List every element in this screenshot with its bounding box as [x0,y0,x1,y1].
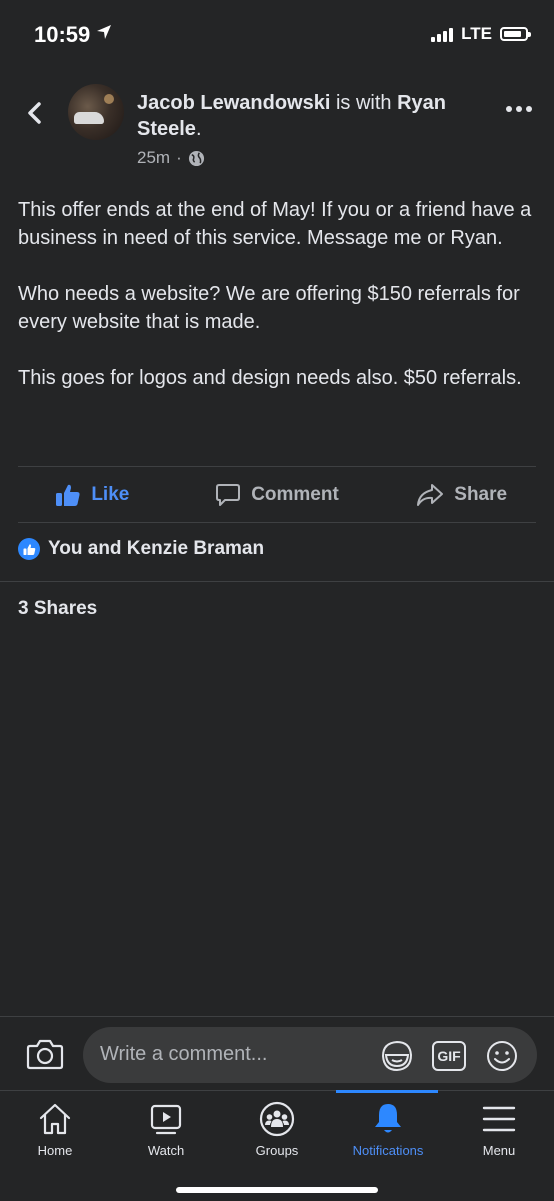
post-actions: Like Comment Share [0,468,554,522]
tab-menu[interactable]: Menu [444,1101,554,1158]
comment-placeholder: Write a comment... [100,1043,268,1065]
reactions-summary[interactable]: You and Kenzie Braman [18,538,264,560]
post-time[interactable]: 25m [137,148,170,168]
gif-button[interactable]: GIF [432,1041,466,1071]
bell-icon [375,1104,401,1133]
divider [18,522,536,523]
bottom-tab-bar: Home Watch Groups Notifications Menu [0,1090,554,1201]
post-paragraph: Who needs a website? We are offering $15… [18,283,520,333]
author-name[interactable]: Jacob Lewandowski [137,92,330,114]
hamburger-menu-icon [482,1106,516,1132]
post-header: Jacob Lewandowski is with Ryan Steele. 2… [0,84,554,174]
tab-label: Groups [255,1143,299,1158]
comment-label: Comment [251,484,339,505]
tab-groups[interactable]: Groups [222,1101,332,1158]
watch-video-icon [150,1104,182,1135]
tab-home[interactable]: Home [0,1101,110,1158]
groups-icon [259,1101,295,1137]
battery-icon [500,27,531,41]
network-label: LTE [461,24,492,43]
post-body: This offer ends at the end of May! If yo… [18,196,538,420]
status-bar: 10:59 LTE [0,0,554,70]
home-icon [39,1103,71,1135]
comment-bubble-icon [216,484,241,506]
comment-bar: Write a comment... GIF [0,1016,554,1093]
tab-watch[interactable]: Watch [111,1101,221,1158]
divider [18,466,536,467]
home-indicator [176,1187,378,1193]
share-label: Share [454,484,508,505]
tab-label: Home [37,1143,73,1158]
tab-label: Menu [482,1143,516,1158]
more-options-icon[interactable] [506,106,532,112]
post-author-line: Jacob Lewandowski is with Ryan Steele. [137,92,446,140]
post-paragraph: This offer ends at the end of May! If yo… [18,199,532,249]
post-meta: 25m · [137,148,205,168]
active-tab-indicator [336,1090,438,1093]
divider [0,581,554,582]
gif-label: GIF [437,1048,461,1064]
status-time: 10:59 [34,22,91,47]
tab-label: Watch [147,1143,185,1158]
comment-input[interactable]: Write a comment... GIF [83,1027,537,1083]
comment-button[interactable]: Comment [185,468,370,522]
location-arrow-icon [97,25,111,39]
like-label: Like [91,484,130,505]
author-avatar[interactable] [68,84,124,140]
like-button[interactable]: Like [0,468,185,522]
share-arrow-icon [417,484,444,506]
post-paragraph: This goes for logos and design needs als… [18,367,522,389]
back-chevron-icon[interactable] [20,98,50,128]
reactions-text: You and Kenzie Braman [48,538,265,559]
meta-separator: · [176,148,182,167]
like-reaction-icon [18,538,40,560]
signal-icon [431,26,454,42]
share-button[interactable]: Share [369,468,554,522]
globe-icon [188,150,204,166]
avatar-sticker-icon[interactable] [380,1039,414,1073]
thumbs-up-icon [56,484,80,506]
tab-label: Notifications [352,1143,424,1158]
status-indicators: LTE [431,24,531,44]
with-connector: is with [330,92,398,114]
emoji-smile-icon[interactable] [485,1039,519,1073]
shares-count[interactable]: 3 Shares [18,598,97,620]
camera-icon[interactable] [26,1037,64,1071]
tab-notifications[interactable]: Notifications [333,1101,443,1158]
